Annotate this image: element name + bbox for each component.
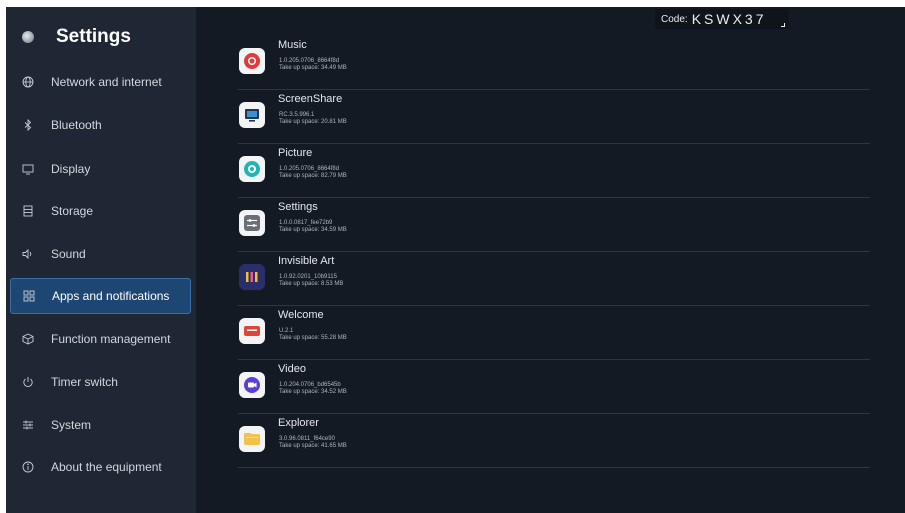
settings-logo-icon: [22, 31, 34, 43]
sidebar-item-label: System: [51, 418, 92, 432]
app-size: Take up space: 41.65 MB: [279, 443, 347, 449]
app-version: U.2.1: [279, 328, 294, 334]
app-size: Take up space: 34.49 MB: [279, 65, 347, 71]
device-code-label: Code:: [661, 13, 688, 25]
app-size: Take up space: 34.52 MB: [279, 389, 347, 395]
screenshare-app-icon: [239, 102, 265, 128]
sidebar-item-label: Bluetooth: [51, 118, 102, 132]
app-row-picture[interactable]: Picture 1.0.205.0706_8664f8d Take up spa…: [238, 145, 870, 198]
app-size: Take up space: 82.79 MB: [279, 173, 347, 179]
app-row-music[interactable]: Music 1.0.205.0706_8664f8d Take up space…: [238, 37, 870, 90]
speaker-icon: [21, 247, 35, 261]
app-version: 1.0.0.0817_fee72b9: [279, 220, 333, 226]
device-code: Code: KSWX37: [655, 9, 789, 29]
app-name: Video: [278, 363, 306, 375]
sidebar-item-label: Function management: [51, 332, 171, 346]
app-version: 1.0.92.0201_10b9115: [279, 274, 337, 280]
welcome-app-icon: [239, 318, 265, 344]
app-version: 1.0.205.0706_8664f8d: [279, 166, 340, 172]
picture-app-icon: [239, 156, 265, 182]
sidebar-item-label: Sound: [51, 247, 86, 261]
page-title: Settings: [56, 26, 131, 47]
info-icon: [21, 460, 35, 474]
bluetooth-icon: [21, 118, 35, 132]
sidebar-item-sound[interactable]: Sound: [10, 236, 191, 272]
app-size: Take up space: 8.53 MB: [279, 281, 344, 287]
app-name: Settings: [278, 201, 318, 213]
power-icon: [21, 375, 35, 389]
sidebar-item-function-management[interactable]: Function management: [10, 321, 191, 357]
video-app-icon: [239, 372, 265, 398]
app-row-settings[interactable]: Settings 1.0.0.0817_fee72b9 Take up spac…: [238, 199, 870, 252]
sliders-icon: [21, 418, 35, 432]
app-row-screenshare[interactable]: ScreenShare RC.3.5.996.1 Take up space: …: [238, 91, 870, 144]
app-row-explorer[interactable]: Explorer 3.0.96.0811_f64ce90 Take up spa…: [238, 415, 870, 468]
corner-mark-icon: [781, 23, 785, 27]
app-version: 1.0.204.0706_bd6545b: [279, 382, 341, 388]
sidebar-item-storage[interactable]: Storage: [10, 193, 191, 229]
app-name: Welcome: [278, 309, 324, 321]
settings-screen: Settings Network and internet Bluetooth …: [6, 7, 905, 513]
app-version: 3.0.96.0811_f64ce90: [279, 436, 335, 442]
sidebar-item-network[interactable]: Network and internet: [10, 64, 191, 100]
sidebar-item-timer-switch[interactable]: Timer switch: [10, 364, 191, 400]
sidebar-item-label: Display: [51, 162, 91, 176]
globe-icon: [21, 75, 35, 89]
sidebar-item-bluetooth[interactable]: Bluetooth: [10, 107, 191, 143]
app-version: 1.0.205.0706_8664f8d: [279, 58, 340, 64]
app-version: RC.3.5.996.1: [279, 112, 315, 118]
sidebar-item-label: About the equipment: [51, 460, 162, 474]
app-name: Picture: [278, 147, 313, 159]
app-name: ScreenShare: [278, 93, 343, 105]
app-size: Take up space: 34.59 MB: [279, 227, 347, 233]
app-name: Explorer: [278, 417, 319, 429]
app-name: Music: [278, 39, 307, 51]
app-size: Take up space: 55.28 MB: [279, 335, 347, 341]
sidebar-item-label: Timer switch: [51, 375, 118, 389]
storage-icon: [21, 204, 35, 218]
sidebar-item-about[interactable]: About the equipment: [10, 449, 191, 485]
app-row-welcome[interactable]: Welcome U.2.1 Take up space: 55.28 MB: [238, 307, 870, 360]
cube-icon: [21, 332, 35, 346]
sidebar-item-label: Storage: [51, 204, 94, 218]
sidebar-item-label: Network and internet: [51, 75, 162, 89]
sidebar-item-system[interactable]: System: [10, 407, 191, 443]
sidebar-header: Settings: [22, 23, 131, 51]
invisible-art-app-icon: [239, 264, 265, 290]
app-size: Take up space: 20.81 MB: [279, 119, 347, 125]
apps-grid-icon: [22, 289, 36, 303]
app-row-invisible-art[interactable]: Invisible Art 1.0.92.0201_10b9115 Take u…: [238, 253, 870, 306]
device-code-value: KSWX37: [691, 11, 767, 27]
app-row-video[interactable]: Video 1.0.204.0706_bd6545b Take up space…: [238, 361, 870, 414]
explorer-app-icon: [239, 426, 265, 452]
sidebar-item-apps[interactable]: Apps and notifications: [10, 278, 191, 314]
app-name: Invisible Art: [278, 255, 335, 267]
monitor-icon: [21, 162, 35, 176]
sidebar: Settings Network and internet Bluetooth …: [6, 7, 196, 513]
sidebar-item-display[interactable]: Display: [10, 151, 191, 187]
music-app-icon: [239, 48, 265, 74]
settings-app-icon: [239, 210, 265, 236]
sidebar-item-label: Apps and notifications: [52, 289, 170, 303]
